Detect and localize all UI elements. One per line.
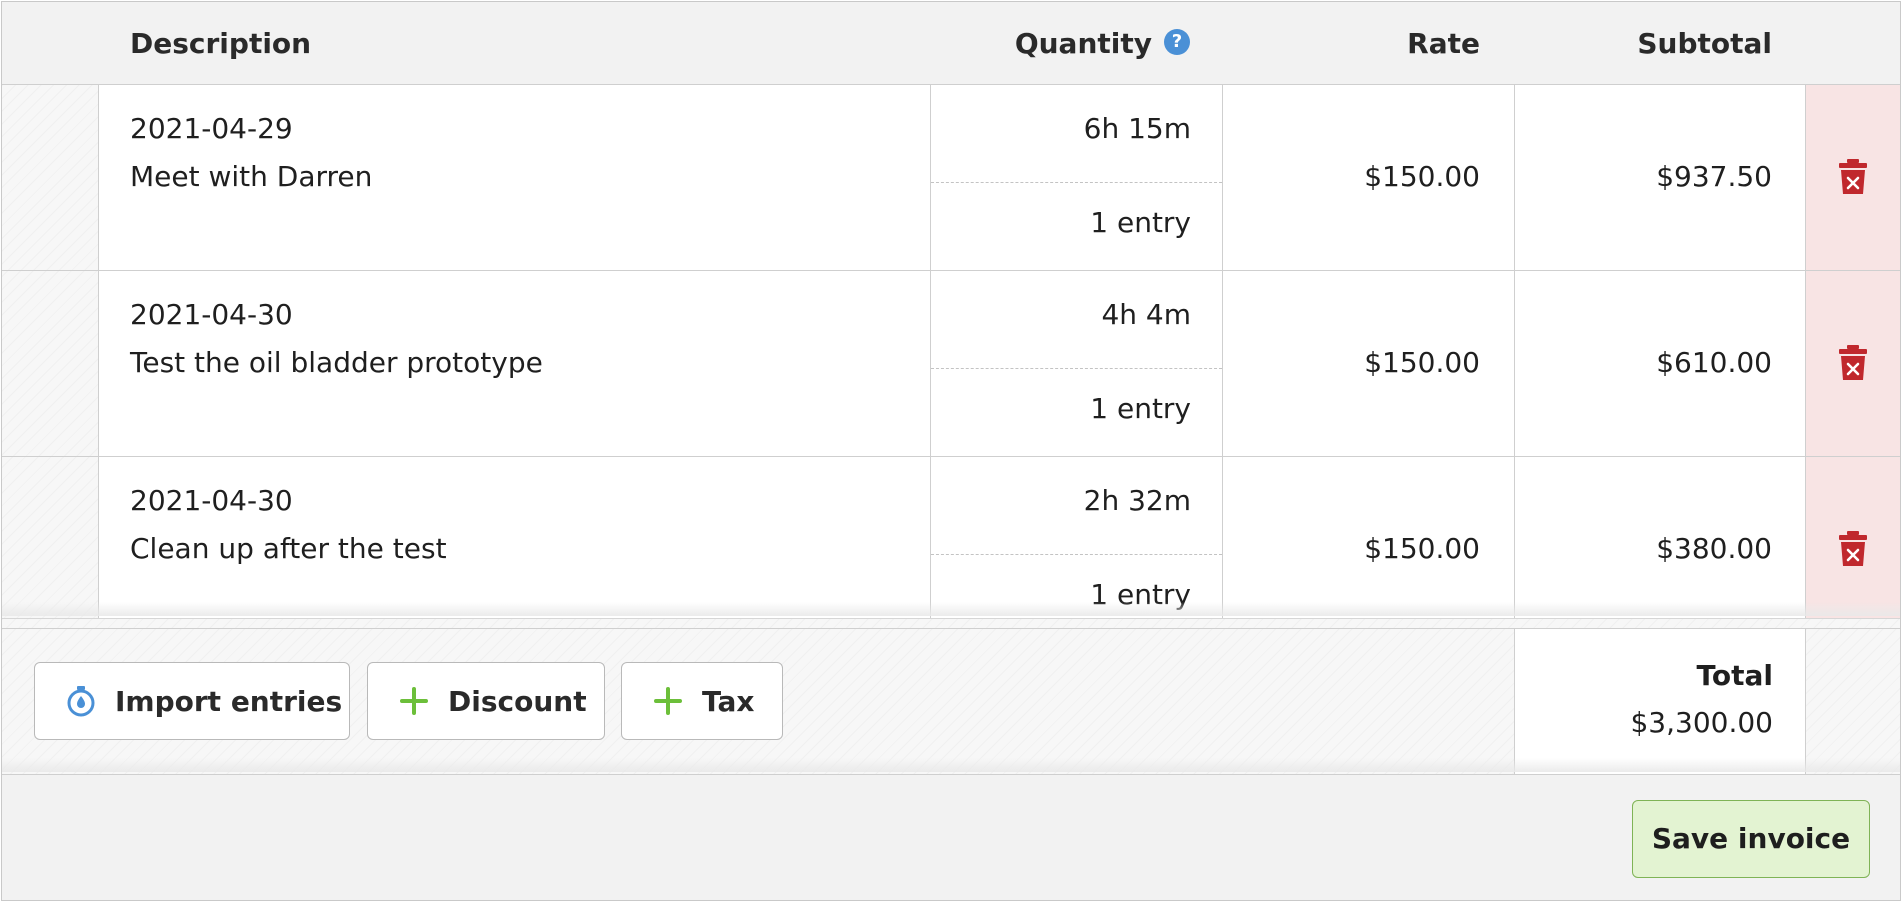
stopwatch-icon: [65, 685, 97, 717]
header-subtotal: Subtotal: [1637, 27, 1772, 60]
header-quantity: Quantity?: [930, 2, 1190, 85]
trash-icon[interactable]: [1838, 531, 1868, 567]
table-row: 2021-04-30 Clean up after the test 2h 32…: [99, 456, 1805, 618]
header-quantity-label: Quantity: [1014, 27, 1152, 60]
column-divider: [1514, 85, 1515, 618]
row-quantity[interactable]: 4h 4m: [931, 298, 1191, 331]
row-subtotal: $380.00: [1656, 532, 1772, 565]
plus-icon: [398, 685, 430, 717]
import-entries-label: Import entries: [115, 684, 343, 718]
row-rate[interactable]: $150.00: [1222, 160, 1480, 193]
column-divider: [930, 85, 931, 618]
quantity-divider: [931, 554, 1222, 555]
scroll-fade: [2, 602, 1900, 616]
row-subtotal: $610.00: [1656, 346, 1772, 379]
trash-icon[interactable]: [1838, 159, 1868, 195]
tax-label: Tax: [702, 684, 755, 718]
column-divider: [1805, 85, 1806, 618]
table-row: 2021-04-30 Test the oil bladder prototyp…: [99, 270, 1805, 456]
total-label: Total: [1696, 659, 1774, 692]
row-rate[interactable]: $150.00: [1222, 346, 1480, 379]
row-description[interactable]: Meet with Darren: [130, 160, 372, 193]
header-handle-column: [2, 2, 98, 85]
plus-icon: [652, 685, 684, 717]
footer-bar: Save invoice: [2, 774, 1900, 900]
column-divider: [98, 85, 99, 618]
row-description[interactable]: Clean up after the test: [130, 532, 447, 565]
row-entry-count[interactable]: 1 entry: [931, 392, 1191, 425]
save-invoice-button[interactable]: Save invoice: [1632, 800, 1870, 878]
quantity-divider: [931, 182, 1222, 183]
row-quantity[interactable]: 2h 32m: [931, 484, 1191, 517]
row-description[interactable]: Test the oil bladder prototype: [130, 346, 543, 379]
add-tax-button[interactable]: Tax: [621, 662, 783, 740]
row-entry-count[interactable]: 1 entry: [931, 206, 1191, 239]
row-date: 2021-04-29: [130, 112, 293, 145]
total-cell: Total $3,300.00: [1514, 629, 1806, 774]
row-subtotal: $937.50: [1656, 160, 1772, 193]
row-quantity[interactable]: 6h 15m: [931, 112, 1191, 145]
row-divider: [2, 456, 1900, 457]
discount-label: Discount: [448, 684, 587, 718]
row-date: 2021-04-30: [130, 484, 293, 517]
header-description: Description: [130, 27, 312, 60]
scroll-fade: [2, 758, 1900, 772]
add-discount-button[interactable]: Discount: [367, 662, 605, 740]
total-delete-spacer: [1806, 629, 1900, 774]
column-divider: [1222, 85, 1223, 618]
import-entries-button[interactable]: Import entries: [34, 662, 350, 740]
row-handle-column: [2, 85, 98, 618]
help-icon[interactable]: ?: [1164, 29, 1190, 55]
header-rate: Rate: [1407, 27, 1480, 60]
invoice-editor: Description Quantity? Rate Subtotal 2021…: [1, 1, 1901, 901]
table-body: 2021-04-29 Meet with Darren 6h 15m 1 ent…: [2, 85, 1900, 618]
totals-gap: [2, 619, 1900, 628]
table-row: 2021-04-29 Meet with Darren 6h 15m 1 ent…: [99, 85, 1805, 270]
quantity-divider: [931, 368, 1222, 369]
row-rate[interactable]: $150.00: [1222, 532, 1480, 565]
table-header: Description Quantity? Rate Subtotal: [2, 2, 1900, 85]
total-value: $3,300.00: [1630, 706, 1773, 739]
row-divider: [2, 270, 1900, 271]
trash-icon[interactable]: [1838, 345, 1868, 381]
row-date: 2021-04-30: [130, 298, 293, 331]
